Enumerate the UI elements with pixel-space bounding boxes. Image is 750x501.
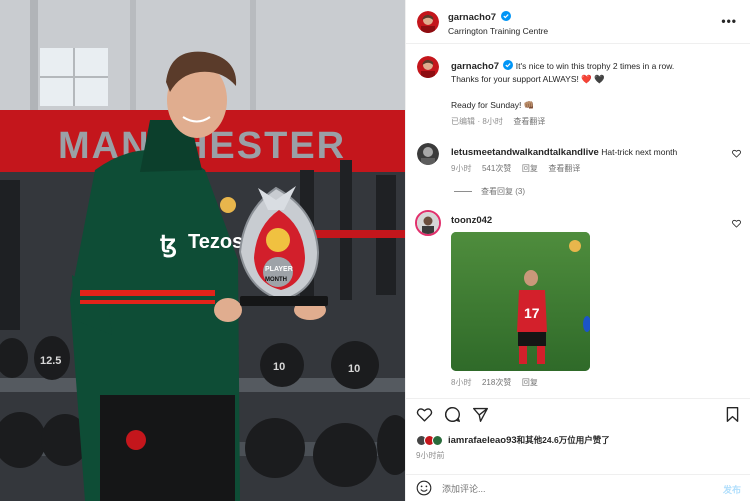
svg-text:ꜩ: ꜩ	[160, 231, 177, 258]
caption-time: 8小时	[482, 117, 503, 126]
more-horizontal-icon[interactable]: •••	[721, 14, 737, 28]
action-bar	[406, 398, 750, 428]
liker-avatar[interactable]	[432, 434, 443, 446]
view-replies-label[interactable]: 查看回复 (3)	[481, 186, 525, 197]
comment-media-image: 17	[451, 232, 590, 371]
add-comment-bar: 发布	[406, 474, 750, 501]
comment-likes[interactable]: 218次赞	[482, 378, 511, 387]
comment-see-translation[interactable]: 查看翻译	[548, 164, 580, 173]
replies-divider	[454, 191, 472, 192]
caption-line-1: It's nice to win this trophy 2 times in …	[515, 61, 675, 71]
dumbbell-label-2: 10	[273, 361, 285, 373]
view-replies[interactable]: 查看回复 (3)	[454, 186, 525, 197]
post-sidebar: garnacho7 Carrington Training Centre •••…	[405, 0, 750, 501]
caption-line-3: Ready for Sunday! 👊🏽	[451, 100, 535, 110]
comment-text: Hat-trick next month	[601, 147, 678, 157]
caption-edited: 已编辑	[451, 117, 475, 126]
comment-media[interactable]: 17	[451, 232, 590, 371]
emoji-icon[interactable]	[416, 480, 432, 496]
caption-emoji: ❤️ 🖤	[581, 74, 605, 84]
comment-heart-icon[interactable]	[732, 219, 741, 228]
heart-icon[interactable]	[416, 406, 433, 423]
comment-icon[interactable]	[444, 406, 461, 423]
caption-line-2: Thanks for your support ALWAYS!	[451, 74, 579, 84]
shirt-sponsor: Tezos	[188, 231, 243, 253]
trophy-text-2: MONTH	[265, 277, 287, 283]
author-username[interactable]: garnacho7	[448, 12, 496, 23]
comment-likes[interactable]: 541次赞	[482, 164, 511, 173]
verified-icon	[500, 11, 511, 21]
comment-avatar[interactable]	[415, 210, 441, 236]
comment-username[interactable]: toonz042	[451, 215, 492, 226]
likes-summary: iamrafaeleao93和其他24.6万位用户赞了	[416, 433, 610, 447]
author-avatar[interactable]	[417, 11, 439, 33]
comment-time: 9小时	[451, 164, 472, 173]
trophy-text-1: PLAYER	[265, 266, 293, 273]
add-comment-input[interactable]	[442, 481, 692, 497]
share-icon[interactable]	[472, 406, 489, 423]
verified-icon	[503, 60, 514, 70]
post-timestamp: 9小时前	[416, 451, 445, 460]
dumbbell-label-1: 12.5	[40, 355, 61, 367]
comment-heart-icon[interactable]	[732, 149, 741, 158]
likes-rest[interactable]: 和其他24.6万位用户赞了	[517, 435, 610, 445]
caption-username[interactable]: garnacho7	[451, 61, 499, 72]
comment-avatar[interactable]	[417, 143, 439, 165]
post-comment-button[interactable]: 发布	[723, 483, 741, 496]
photo-scene: MANCHESTER 12.5 10 10 Tezos ꜩ PLAYER MON…	[0, 0, 405, 501]
bookmark-icon[interactable]	[724, 406, 741, 423]
caption-avatar[interactable]	[417, 56, 439, 78]
likes-user[interactable]: iamrafaeleao93	[448, 435, 517, 446]
caption-see-translation[interactable]: 查看翻译	[513, 117, 545, 126]
comment-reply-button[interactable]: 回复	[522, 164, 538, 173]
comment-reply-button[interactable]: 回复	[522, 378, 538, 387]
jersey-number: 17	[524, 305, 540, 321]
post-location[interactable]: Carrington Training Centre	[448, 26, 548, 36]
dumbbell-label-3: 10	[348, 363, 360, 375]
comment-username[interactable]: letusmeetandwalkandtalkandlive	[451, 147, 599, 158]
post-photo[interactable]: MANCHESTER 12.5 10 10 Tezos ꜩ PLAYER MON…	[0, 0, 405, 501]
post-header: garnacho7 Carrington Training Centre •••	[406, 0, 750, 44]
comment-time: 8小时	[451, 378, 472, 387]
